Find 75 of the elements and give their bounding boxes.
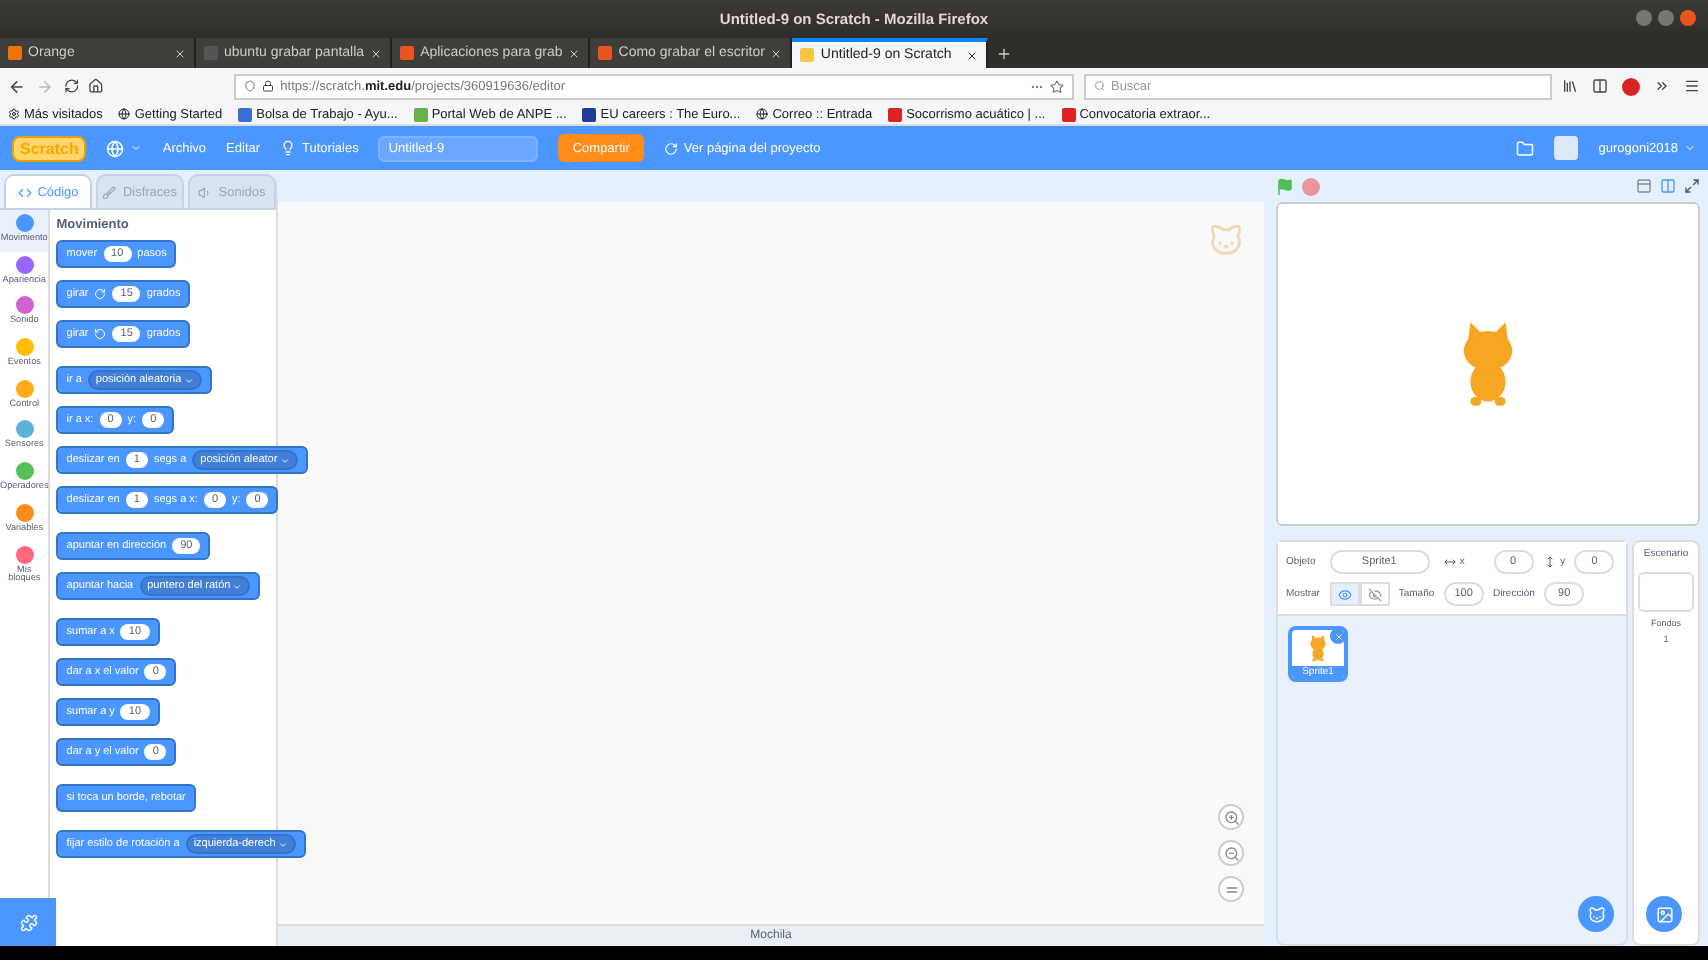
library-icon[interactable] [1562, 78, 1578, 94]
rotate-left-icon [94, 328, 107, 340]
shield-icon [244, 80, 257, 92]
reload-icon[interactable] [63, 78, 79, 94]
caret-icon [130, 142, 143, 154]
close-icon[interactable] [966, 49, 979, 61]
rotate-right-icon [94, 288, 107, 300]
home-icon[interactable] [88, 78, 105, 94]
speaker-icon [198, 185, 213, 199]
bookmark-icon [1061, 107, 1076, 121]
bookmark-icon [888, 107, 903, 121]
flag-icon[interactable] [1276, 177, 1294, 195]
lock-icon [262, 80, 275, 92]
close-button[interactable] [1680, 10, 1696, 26]
cat-icon [1208, 222, 1244, 258]
add-extension-button[interactable] [0, 898, 56, 946]
code-icon [17, 185, 32, 199]
bookmark-icon [413, 107, 428, 121]
sprite-figure [1304, 634, 1332, 662]
zoom-in-icon [1223, 809, 1239, 825]
avatar-icon[interactable] [1554, 136, 1579, 160]
globe-icon [106, 139, 125, 157]
fullscreen-icon[interactable] [1684, 178, 1700, 194]
delete-button[interactable] [1330, 630, 1344, 644]
favicon-icon [800, 48, 815, 62]
equals-icon [1223, 881, 1239, 897]
star-icon[interactable] [1049, 79, 1064, 93]
caret-icon [279, 455, 290, 465]
vertical-arrows-icon [1544, 556, 1557, 568]
horizontal-arrows-icon [1443, 556, 1456, 568]
brush-icon [102, 185, 117, 199]
lightbulb-icon [280, 140, 297, 156]
search-icon [1093, 80, 1105, 92]
show-button[interactable] [1329, 582, 1360, 606]
add-backdrop-button[interactable] [1646, 896, 1682, 932]
add-sprite-button[interactable] [1578, 896, 1614, 932]
zoom-out-button[interactable] [1218, 840, 1244, 866]
favicon-icon [598, 46, 613, 60]
extension-icon[interactable] [1622, 77, 1640, 95]
hide-button[interactable] [1359, 582, 1390, 606]
stage-thumbnail[interactable] [1638, 572, 1694, 612]
globe-icon [118, 108, 131, 120]
new-tab-icon[interactable] [996, 46, 1013, 62]
flag-icon [582, 107, 597, 121]
stop-icon[interactable] [1302, 177, 1320, 195]
caret-icon [277, 839, 288, 849]
favicon-icon [400, 46, 415, 60]
maximize-button[interactable] [1658, 10, 1674, 26]
folder-icon[interactable] [1516, 139, 1535, 157]
forward-icon[interactable] [35, 77, 54, 95]
language-menu[interactable] [106, 139, 143, 157]
overflow-icon[interactable] [1654, 78, 1670, 94]
image-icon [1655, 905, 1673, 923]
zoom-out-icon [1223, 845, 1239, 861]
gear-icon [8, 108, 20, 120]
caret-icon [183, 375, 194, 385]
small-stage-icon[interactable] [1636, 178, 1652, 194]
eye-icon [1337, 587, 1352, 601]
minimize-button[interactable] [1636, 10, 1652, 26]
favicon-icon [204, 46, 218, 60]
puzzle-icon [19, 913, 37, 931]
sidebar-icon[interactable] [1592, 78, 1608, 94]
reset-zoom-button[interactable] [1218, 876, 1244, 902]
caret-icon [232, 581, 243, 591]
cat-icon [1587, 905, 1605, 923]
normal-stage-icon[interactable] [1660, 178, 1676, 194]
refresh-icon [663, 141, 678, 155]
back-icon[interactable] [8, 77, 26, 95]
favicon-icon [8, 46, 22, 60]
zoom-in-button[interactable] [1218, 804, 1244, 830]
bookmark-icon [238, 107, 253, 121]
caret-icon [1684, 142, 1696, 154]
menu-icon[interactable] [1684, 78, 1700, 94]
globe-icon [756, 108, 769, 120]
eye-off-icon [1367, 587, 1382, 601]
